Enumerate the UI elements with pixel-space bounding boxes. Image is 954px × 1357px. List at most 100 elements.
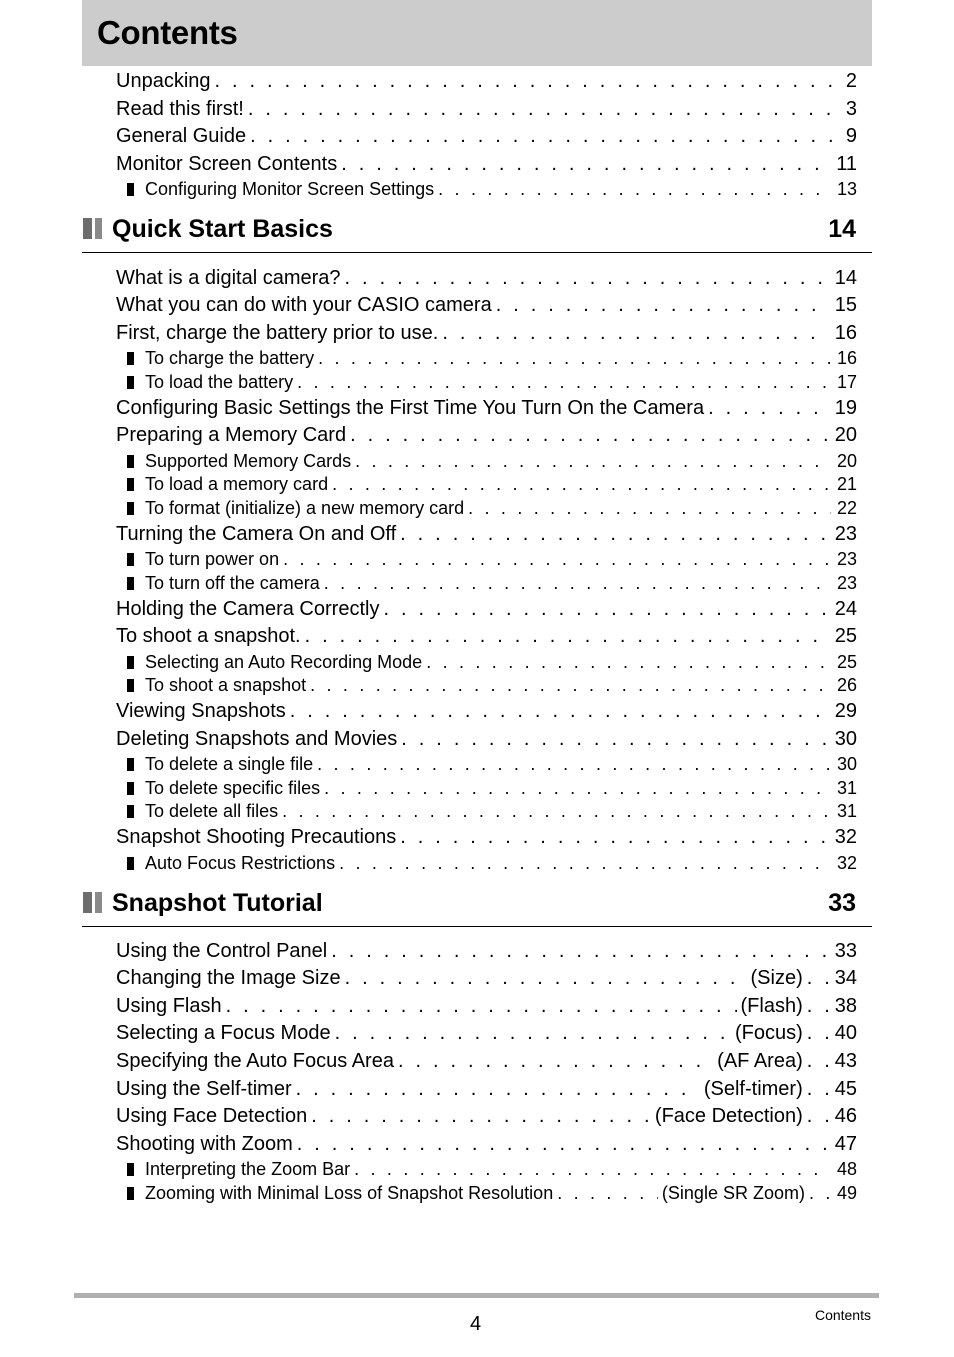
toc-entry-label[interactable]: To load a memory card (145, 473, 328, 495)
toc-entry[interactable]: First, charge the battery prior to use. 1… (116, 321, 857, 345)
toc-entry-label[interactable]: To delete a single file (145, 753, 313, 775)
section-title[interactable]: Snapshot Tutorial (112, 889, 323, 918)
toc-entry-label[interactable]: Auto Focus Restrictions (145, 852, 335, 874)
toc-entry[interactable]: Turning the Camera On and Off 23 (116, 522, 857, 546)
toc-subentry[interactable]: Interpreting the Zoom Bar 48 (127, 1158, 857, 1180)
toc-entry-page[interactable]: 30 (837, 753, 857, 775)
toc-entry-page[interactable]: 2 (846, 69, 857, 93)
toc-entry-label[interactable]: Viewing Snapshots (116, 699, 286, 723)
toc-entry-label[interactable]: First, charge the battery prior to use. (116, 321, 438, 345)
toc-entry-label[interactable]: Selecting an Auto Recording Mode (145, 651, 422, 673)
toc-entry-label[interactable]: To turn power on (145, 548, 279, 570)
toc-entry-page[interactable]: 23 (837, 572, 857, 594)
toc-entry[interactable]: Unpacking 2 (116, 69, 857, 93)
section-page[interactable]: 33 (828, 889, 856, 918)
toc-subentry[interactable]: To shoot a snapshot 26 (127, 674, 857, 696)
toc-entry[interactable]: Using Face Detection (Face Detection) 46 (116, 1104, 857, 1128)
toc-entry-label[interactable]: Holding the Camera Correctly (116, 597, 379, 621)
toc-entry-label[interactable]: Changing the Image Size (116, 966, 341, 990)
toc-entry[interactable]: Using the Self-timer (Self-timer) 45 (116, 1077, 857, 1101)
toc-entry-page[interactable]: 16 (837, 347, 857, 369)
toc-entry-page[interactable]: 25 (835, 624, 857, 648)
toc-entry-label[interactable]: To delete specific files (145, 777, 320, 799)
toc-subentry[interactable]: Supported Memory Cards 20 (127, 450, 857, 472)
toc-entry-label[interactable]: Shooting with Zoom (116, 1132, 293, 1156)
toc-subentry[interactable]: To charge the battery 16 (127, 347, 857, 369)
toc-subentry[interactable]: To load the battery 17 (127, 371, 857, 393)
toc-entry-label[interactable]: Using the Control Panel (116, 939, 327, 963)
toc-entry-label[interactable]: Read this first! (116, 97, 244, 121)
toc-entry[interactable]: Read this first! 3 (116, 97, 857, 121)
toc-entry-label[interactable]: To turn off the camera (145, 572, 320, 594)
toc-entry-page[interactable]: 3 (846, 97, 857, 121)
toc-entry-page[interactable]: 43 (835, 1049, 857, 1073)
toc-entry-label[interactable]: Turning the Camera On and Off (116, 522, 396, 546)
toc-subentry[interactable]: To delete all files 31 (127, 800, 857, 822)
toc-entry-page[interactable]: 29 (835, 699, 857, 723)
toc-entry-page[interactable]: 21 (837, 473, 857, 495)
section-heading[interactable]: Quick Start Basics 14 (82, 214, 872, 253)
toc-entry-page[interactable]: 25 (837, 651, 857, 673)
toc-entry-label[interactable]: What is a digital camera? (116, 266, 341, 290)
toc-entry-label[interactable]: To delete all files (145, 800, 278, 822)
section-page[interactable]: 14 (828, 215, 856, 244)
toc-entry[interactable]: Specifying the Auto Focus Area (AF Area) 4… (116, 1049, 857, 1073)
toc-entry[interactable]: General Guide 9 (116, 124, 857, 148)
toc-entry[interactable]: Viewing Snapshots 29 (116, 699, 857, 723)
toc-entry-page[interactable]: 32 (837, 852, 857, 874)
toc-entry-page[interactable]: 9 (846, 124, 857, 148)
toc-entry[interactable]: Selecting a Focus Mode (Focus) 40 (116, 1021, 857, 1045)
toc-entry-page[interactable]: 20 (837, 450, 857, 472)
toc-entry[interactable]: Using Flash (Flash) 38 (116, 994, 857, 1018)
toc-entry-page[interactable]: 31 (837, 777, 857, 799)
section-title[interactable]: Quick Start Basics (112, 215, 333, 244)
toc-entry-page[interactable]: 30 (835, 727, 857, 751)
toc-entry[interactable]: Preparing a Memory Card 20 (116, 423, 857, 447)
toc-entry-label[interactable]: Preparing a Memory Card (116, 423, 346, 447)
toc-entry-label[interactable]: Using Face Detection (116, 1104, 307, 1128)
toc-entry-label[interactable]: Configuring Monitor Screen Settings (145, 178, 434, 200)
toc-entry-label[interactable]: Deleting Snapshots and Movies (116, 727, 397, 751)
toc-entry-page[interactable]: 16 (835, 321, 857, 345)
toc-entry-label[interactable]: General Guide (116, 124, 246, 148)
toc-entry-page[interactable]: 14 (835, 266, 857, 290)
toc-subentry[interactable]: Auto Focus Restrictions 32 (127, 852, 857, 874)
toc-entry-label[interactable]: Monitor Screen Contents (116, 152, 337, 176)
toc-entry-label[interactable]: To format (initialize) a new memory card (145, 497, 464, 519)
toc-entry[interactable]: Shooting with Zoom 47 (116, 1132, 857, 1156)
toc-entry-page[interactable]: 19 (835, 396, 857, 420)
toc-entry-page[interactable]: 48 (837, 1158, 857, 1180)
toc-entry[interactable]: What is a digital camera? 14 (116, 266, 857, 290)
toc-entry-page[interactable]: 22 (837, 497, 857, 519)
toc-entry[interactable]: Changing the Image Size (Size) 34 (116, 966, 857, 990)
toc-entry-label[interactable]: Selecting a Focus Mode (116, 1021, 331, 1045)
toc-entry-label[interactable]: Using Flash (116, 994, 222, 1018)
toc-entry-page[interactable]: 13 (837, 178, 857, 200)
toc-entry-page[interactable]: 26 (837, 674, 857, 696)
toc-entry-label[interactable]: To shoot a snapshot (145, 674, 306, 696)
toc-subentry[interactable]: Selecting an Auto Recording Mode 25 (127, 651, 857, 673)
toc-entry[interactable]: Snapshot Shooting Precautions 32 (116, 825, 857, 849)
toc-entry-label[interactable]: Supported Memory Cards (145, 450, 351, 472)
toc-entry-label[interactable]: Interpreting the Zoom Bar (145, 1158, 350, 1180)
toc-entry[interactable]: To shoot a snapshot. 25 (116, 624, 857, 648)
toc-entry-page[interactable]: 40 (835, 1021, 857, 1045)
toc-entry-page[interactable]: 47 (835, 1132, 857, 1156)
section-heading[interactable]: Snapshot Tutorial 33 (82, 888, 872, 927)
toc-entry[interactable]: Using the Control Panel 33 (116, 939, 857, 963)
toc-entry[interactable]: What you can do with your CASIO camera 15 (116, 293, 857, 317)
toc-entry[interactable]: Configuring Basic Settings the First Tim… (116, 396, 857, 420)
toc-entry-page[interactable]: 15 (835, 293, 857, 317)
toc-subentry[interactable]: Configuring Monitor Screen Settings 13 (127, 178, 857, 200)
toc-entry-page[interactable]: 23 (837, 548, 857, 570)
toc-entry-page[interactable]: 49 (837, 1182, 857, 1204)
toc-entry-page[interactable]: 11 (836, 152, 857, 176)
toc-entry-label[interactable]: Specifying the Auto Focus Area (116, 1049, 394, 1073)
toc-entry-page[interactable]: 34 (835, 966, 857, 990)
toc-entry-page[interactable]: 38 (835, 994, 857, 1018)
toc-entry-page[interactable]: 17 (837, 371, 857, 393)
toc-entry-page[interactable]: 45 (835, 1077, 857, 1101)
toc-entry-page[interactable]: 33 (835, 939, 857, 963)
toc-entry[interactable]: Monitor Screen Contents 11 (116, 152, 857, 176)
toc-subentry[interactable]: To delete specific files 31 (127, 777, 857, 799)
